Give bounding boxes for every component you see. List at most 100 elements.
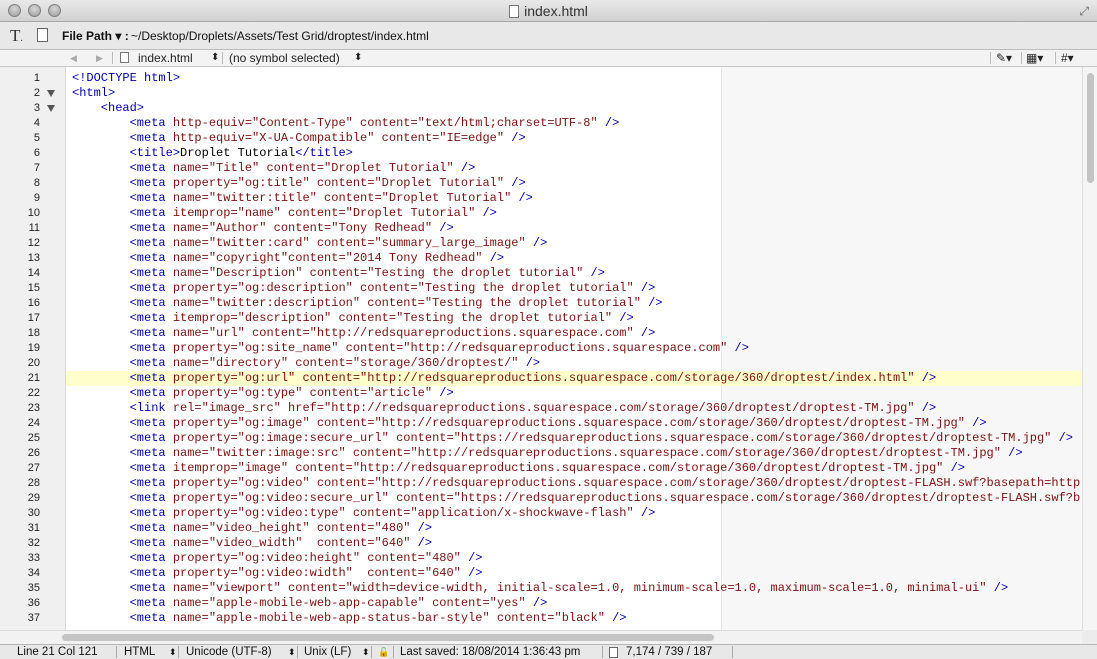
code-line[interactable]: <meta name="video_width" content="640" /…: [66, 536, 1082, 551]
lock-icon[interactable]: 🔓: [378, 647, 389, 658]
line-number[interactable]: 36: [0, 596, 40, 611]
code-line[interactable]: <meta name="twitter:title" content="Drop…: [66, 191, 1082, 206]
code-line[interactable]: <meta property="og:description" content=…: [66, 281, 1082, 296]
line-number[interactable]: 23: [0, 401, 40, 416]
file-path-menu[interactable]: File Path ▾ :: [62, 29, 129, 43]
code-line[interactable]: <meta property="og:url" content="http://…: [66, 371, 1082, 386]
line-number[interactable]: 20: [0, 356, 40, 371]
encoding-chevron-icon[interactable]: ⬍: [288, 647, 296, 658]
line-number[interactable]: 18: [0, 326, 40, 341]
line-number[interactable]: 29: [0, 491, 40, 506]
code-line[interactable]: <meta name="twitter:card" content="summa…: [66, 236, 1082, 251]
code-line[interactable]: <meta itemprop="description" content="Te…: [66, 311, 1082, 326]
horizontal-scrollbar[interactable]: [0, 630, 1082, 644]
text-options-icon[interactable]: T.: [10, 26, 23, 46]
line-number[interactable]: 1: [0, 71, 40, 86]
line-number[interactable]: 25: [0, 431, 40, 446]
code-line[interactable]: <meta property="og:type" content="articl…: [66, 386, 1082, 401]
line-number[interactable]: 19: [0, 341, 40, 356]
code-line[interactable]: <meta name="directory" content="storage/…: [66, 356, 1082, 371]
code-line[interactable]: <meta name="apple-mobile-web-app-status-…: [66, 611, 1082, 626]
code-line[interactable]: <meta name="url" content="http://redsqua…: [66, 326, 1082, 341]
code-line[interactable]: <meta property="og:video:height" content…: [66, 551, 1082, 566]
code-line[interactable]: <meta property="og:image:secure_url" con…: [66, 431, 1082, 446]
code-line[interactable]: <meta name="video_height" content="480" …: [66, 521, 1082, 536]
line-number[interactable]: 6: [0, 146, 40, 161]
line-number[interactable]: 33: [0, 551, 40, 566]
line-number[interactable]: 37: [0, 611, 40, 626]
code-line[interactable]: <link rel="image_src" href="http://redsq…: [66, 401, 1082, 416]
code-line[interactable]: <meta name="Title" content="Droplet Tuto…: [66, 161, 1082, 176]
hash-menu-icon[interactable]: #▾: [1061, 51, 1074, 65]
symbol-selector[interactable]: (no symbol selected): [229, 51, 340, 65]
code-line[interactable]: <meta itemprop="name" content="Droplet T…: [66, 206, 1082, 221]
code-line[interactable]: <meta name="twitter:image:src" content="…: [66, 446, 1082, 461]
line-number[interactable]: 30: [0, 506, 40, 521]
back-arrow-icon[interactable]: ◀: [70, 53, 77, 64]
line-number[interactable]: 12: [0, 236, 40, 251]
code-editor[interactable]: <!DOCTYPE html> <html> <head> <meta http-…: [66, 67, 1082, 630]
pencil-menu-icon[interactable]: ✎▾: [996, 51, 1012, 65]
line-number[interactable]: 14: [0, 266, 40, 281]
line-number[interactable]: 3: [0, 101, 40, 116]
line-number[interactable]: 11: [0, 221, 40, 236]
code-line[interactable]: <meta http-equiv="Content-Type" content=…: [66, 116, 1082, 131]
line-endings-chevron-icon[interactable]: ⬍: [362, 647, 370, 658]
line-number[interactable]: 26: [0, 446, 40, 461]
line-number[interactable]: 2: [0, 86, 40, 101]
code-line[interactable]: <meta itemprop="image" content="http://r…: [66, 461, 1082, 476]
document-icon[interactable]: [509, 5, 520, 18]
cursor-position[interactable]: Line 21 Col 121: [17, 646, 98, 658]
language-chevron-icon[interactable]: ⬍: [169, 647, 177, 658]
code-line[interactable]: <meta name="copyright"content="2014 Tony…: [66, 251, 1082, 266]
line-number[interactable]: 27: [0, 461, 40, 476]
code-line[interactable]: <meta property="og:video:secure_url" con…: [66, 491, 1082, 506]
line-number[interactable]: 24: [0, 416, 40, 431]
code-line[interactable]: <meta property="og:title" content="Dropl…: [66, 176, 1082, 191]
line-number[interactable]: 17: [0, 311, 40, 326]
line-number[interactable]: 8: [0, 176, 40, 191]
line-number[interactable]: 21: [0, 371, 40, 386]
code-line[interactable]: <meta name="Author" content="Tony Redhea…: [66, 221, 1082, 236]
code-line[interactable]: <meta http-equiv="X-UA-Compatible" conte…: [66, 131, 1082, 146]
line-number[interactable]: 28: [0, 476, 40, 491]
line-number[interactable]: 32: [0, 536, 40, 551]
code-line[interactable]: <meta property="og:site_name" content="h…: [66, 341, 1082, 356]
line-number[interactable]: 9: [0, 191, 40, 206]
line-number[interactable]: 34: [0, 566, 40, 581]
line-number[interactable]: 5: [0, 131, 40, 146]
document-proxy-icon[interactable]: [37, 28, 48, 42]
line-number[interactable]: 13: [0, 251, 40, 266]
line-number[interactable]: 15: [0, 281, 40, 296]
vertical-scroll-thumb[interactable]: [1087, 73, 1094, 183]
fullscreen-icon[interactable]: ⤢: [1079, 4, 1089, 19]
code-line[interactable]: <meta property="og:video:type" content="…: [66, 506, 1082, 521]
bookmark-menu-icon[interactable]: ▦▾: [1026, 51, 1043, 65]
file-selector-chevron-icon[interactable]: ⬍: [211, 52, 219, 63]
file-selector[interactable]: index.html: [138, 51, 193, 65]
code-line[interactable]: <!DOCTYPE html>: [66, 71, 1082, 86]
line-endings-selector[interactable]: Unix (LF): [304, 646, 351, 658]
fold-triangle-icon[interactable]: [47, 105, 55, 112]
forward-arrow-icon[interactable]: ▶: [96, 53, 103, 64]
code-line[interactable]: <meta property="og:video" content="http:…: [66, 476, 1082, 491]
code-line[interactable]: <head>: [66, 101, 1082, 116]
code-line[interactable]: <meta name="twitter:description" content…: [66, 296, 1082, 311]
vertical-scrollbar[interactable]: [1082, 67, 1097, 630]
encoding-selector[interactable]: Unicode (UTF-8): [186, 646, 272, 658]
line-number[interactable]: 16: [0, 296, 40, 311]
fold-triangle-icon[interactable]: [47, 90, 55, 97]
language-selector[interactable]: HTML: [124, 646, 155, 658]
line-number[interactable]: 4: [0, 116, 40, 131]
line-number[interactable]: 35: [0, 581, 40, 596]
code-line[interactable]: <meta property="og:video:width" content=…: [66, 566, 1082, 581]
line-number[interactable]: 31: [0, 521, 40, 536]
symbol-selector-chevron-icon[interactable]: ⬍: [354, 52, 362, 63]
code-line[interactable]: <meta name="viewport" content="width=dev…: [66, 581, 1082, 596]
line-number-gutter[interactable]: 1 2 3 4 5 6 7 8 9 10 11 12 13 14 15 16 17 18 19 20 21 22 23 24 2…: [0, 67, 66, 630]
line-number[interactable]: 22: [0, 386, 40, 401]
code-line[interactable]: <meta property="og:image" content="http:…: [66, 416, 1082, 431]
code-line[interactable]: <html>: [66, 86, 1082, 101]
code-line[interactable]: <meta name="Description" content="Testin…: [66, 266, 1082, 281]
line-number[interactable]: 7: [0, 161, 40, 176]
